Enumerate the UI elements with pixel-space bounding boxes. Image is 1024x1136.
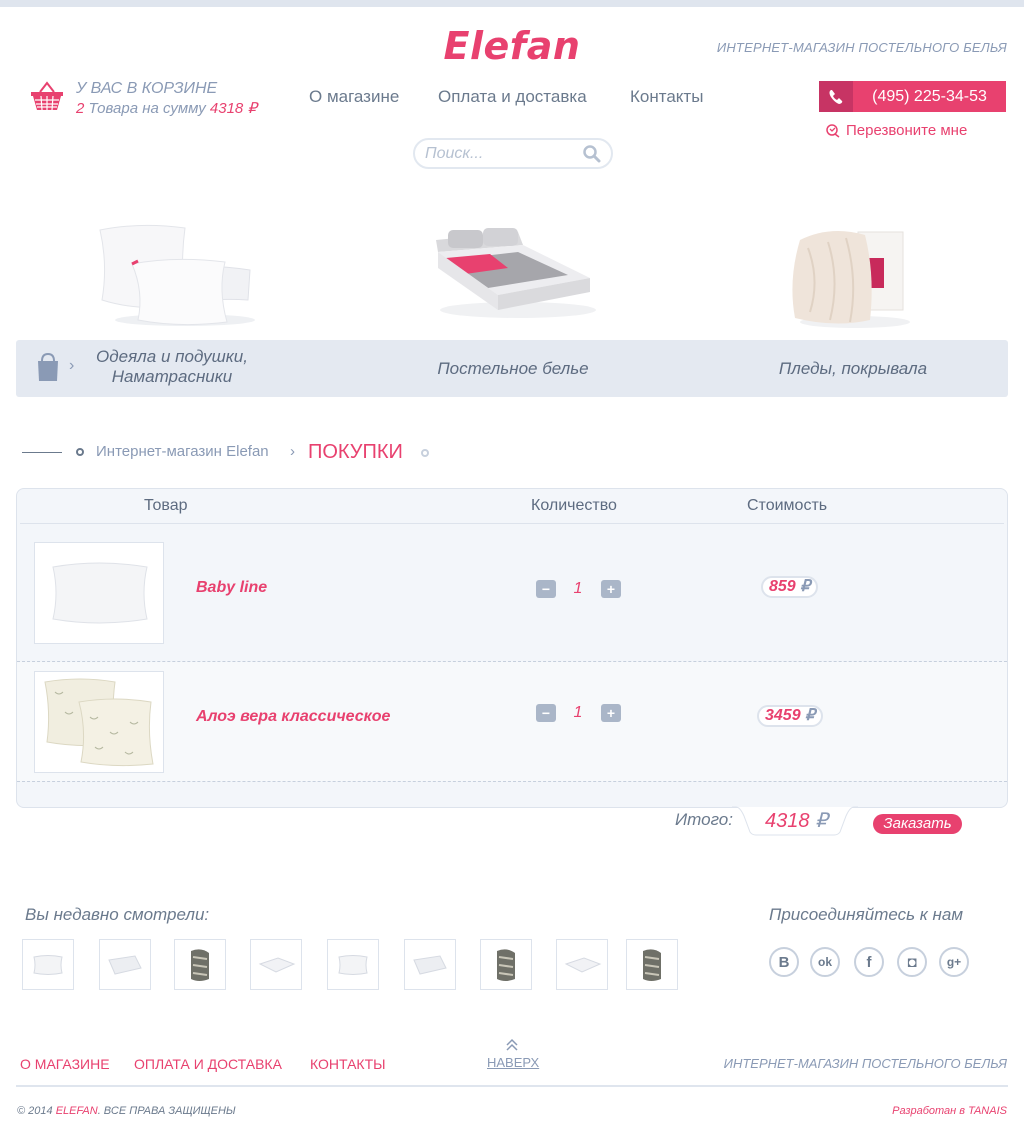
pillows-image[interactable] [90, 220, 255, 332]
phone-banner[interactable]: (495) 225-34-53 [819, 81, 1006, 112]
top-border [0, 0, 1024, 7]
row-divider [17, 661, 1007, 662]
cart-summary[interactable]: 2 Товара на сумму 4318 ₽ [76, 99, 257, 117]
back-to-top-link[interactable]: НАВЕРХ [487, 1055, 539, 1070]
developer-credit[interactable]: Разработан в TANAIS [892, 1105, 1007, 1117]
callback-icon [826, 124, 840, 138]
copyright-brand[interactable]: ELEFAN [56, 1105, 98, 1117]
breadcrumb-line [22, 452, 62, 453]
decrease-quantity-button[interactable]: − [536, 704, 556, 722]
breadcrumb-end-dot [421, 449, 429, 457]
recent-item[interactable] [480, 939, 532, 990]
vk-icon[interactable]: B [769, 947, 799, 977]
row-divider [17, 781, 1007, 782]
decrease-quantity-button[interactable]: − [536, 580, 556, 598]
cart-title[interactable]: У ВАС В КОРЗИНЕ [76, 80, 217, 98]
ruble-sign: ₽ [815, 810, 828, 832]
header-quantity: Количество [531, 497, 617, 514]
ruble-sign: ₽ [247, 100, 257, 117]
page-title: ПОКУПКИ [308, 441, 403, 463]
footer-link-contacts[interactable]: КОНТАКТЫ [310, 1056, 386, 1072]
category-throws[interactable]: Пледы, покрывала [753, 359, 953, 379]
callback-link[interactable]: Перезвоните мне [826, 122, 967, 139]
recent-item[interactable] [327, 939, 379, 990]
total-amount: 4318 ₽ [765, 808, 828, 833]
footer-divider [16, 1085, 1008, 1087]
odnoklassniki-icon[interactable]: ok [810, 947, 840, 977]
phone-number: (495) 225-34-53 [853, 81, 1006, 112]
price-value: 859 [769, 578, 796, 595]
facebook-icon[interactable]: f [854, 947, 884, 977]
recent-item[interactable] [404, 939, 456, 990]
search-box[interactable] [413, 138, 613, 169]
footer-tagline: ИНТЕРНЕТ-МАГАЗИН ПОСТЕЛЬНОГО БЕЛЬЯ [723, 1056, 1007, 1071]
header-cost: Стоимость [747, 497, 828, 514]
cart-count: 2 [76, 100, 85, 117]
recent-item[interactable] [174, 939, 226, 990]
google-plus-icon[interactable]: g+ [939, 947, 969, 977]
recent-item[interactable] [556, 939, 608, 990]
search-icon[interactable] [583, 145, 601, 168]
product-thumbnail[interactable] [34, 542, 164, 644]
product-thumbnail[interactable] [34, 671, 164, 773]
bed-image[interactable] [428, 220, 596, 332]
category-bedding[interactable]: Постельное белье [413, 359, 613, 379]
patterned-pillows-image [44, 678, 154, 767]
recent-item[interactable] [22, 939, 74, 990]
ruble-sign: ₽ [805, 707, 816, 724]
product-price: 859 ₽ [761, 576, 819, 598]
category-label-line1: Одеяла и подушки, [96, 347, 248, 366]
basket-icon[interactable] [30, 80, 64, 112]
breadcrumb-separator: › [290, 443, 295, 460]
total-value: 4318 [765, 810, 810, 832]
order-button[interactable]: Заказать [873, 814, 962, 834]
instagram-icon[interactable]: ◘ [897, 947, 927, 977]
chevron-right-icon: › [69, 357, 75, 374]
cart-goods-text: Товара на сумму [88, 100, 206, 117]
ruble-sign: ₽ [800, 578, 811, 595]
recent-item[interactable] [250, 939, 302, 990]
footer-link-about[interactable]: О МАГАЗИНЕ [20, 1056, 110, 1072]
recent-item[interactable] [99, 939, 151, 990]
copyright-year: © 2014 [17, 1105, 53, 1117]
nav-payment-delivery[interactable]: Оплата и доставка [438, 87, 587, 107]
phone-icon [819, 81, 853, 112]
table-row [17, 662, 1007, 781]
price-value: 3459 [765, 707, 801, 724]
quantity-value[interactable]: 1 [568, 704, 588, 722]
nav-about[interactable]: О магазине [309, 87, 399, 107]
callback-label: Перезвоните мне [846, 122, 968, 139]
increase-quantity-button[interactable]: + [601, 580, 621, 598]
breadcrumb-home[interactable]: Интернет-магазин Elefan [96, 443, 269, 460]
category-label-line2: Наматрасники [111, 367, 233, 386]
product-name[interactable]: Алоэ вера классическое [196, 708, 390, 726]
recent-item[interactable] [626, 939, 678, 990]
product-price: 3459 ₽ [757, 705, 824, 727]
product-name[interactable]: Baby line [196, 579, 267, 597]
cart-sum: 4318 [209, 100, 244, 117]
header-product: Товар [144, 497, 188, 514]
recent-title: Вы недавно смотрели: [25, 905, 210, 924]
footer-link-payment[interactable]: ОПЛАТА И ДОСТАВКА [134, 1056, 282, 1072]
search-input[interactable] [425, 144, 585, 164]
breadcrumb-dot [76, 448, 84, 456]
quantity-value[interactable]: 1 [568, 580, 588, 598]
blanket-image[interactable] [780, 220, 940, 332]
social-title: Присоединяйтесь к нам [769, 905, 963, 924]
copyright: © 2014 ELEFAN. ВСЕ ПРАВА ЗАЩИЩЕНЫ [17, 1105, 236, 1117]
header-tagline: ИНТЕРНЕТ-МАГАЗИН ПОСТЕЛЬНОГО БЕЛЬЯ [716, 40, 1007, 55]
category-pillows[interactable]: Одеяла и подушки, Наматрасники [86, 347, 258, 387]
copyright-text: . ВСЕ ПРАВА ЗАЩИЩЕНЫ [97, 1105, 236, 1117]
increase-quantity-button[interactable]: + [601, 704, 621, 722]
table-row [17, 524, 1007, 661]
white-pillow-image [52, 562, 148, 624]
nav-contacts[interactable]: Контакты [630, 87, 703, 107]
total-label: Итого: [675, 810, 733, 829]
shopping-bag-icon [36, 351, 60, 388]
